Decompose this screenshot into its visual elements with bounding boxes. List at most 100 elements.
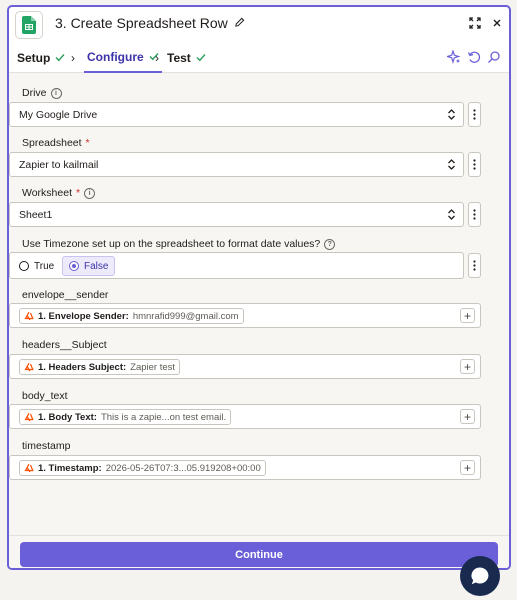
radio-circle-selected [69,261,79,271]
field-headers-subject: headers__Subject [22,338,107,352]
tab-configure-label: Configure [87,49,144,64]
field-timezone: Use Timezone set up on the spreadsheet t… [22,237,336,251]
mapped-field-pill[interactable]: 1. Envelope Sender: hmnrafid999@gmail.co… [19,308,244,324]
continue-button[interactable]: Continue [20,542,498,567]
worksheet-label: Worksheet * i [22,186,96,200]
check-icon [55,54,65,62]
field-body-text: body_text [22,389,68,403]
step-title[interactable]: 3. Create Spreadsheet Row [55,15,245,31]
kebab-icon [473,109,476,120]
drive-select[interactable]: My Google Drive [9,102,464,127]
drive-label: Drive i [22,86,62,100]
spreadsheet-label: Spreadsheet * [22,136,90,150]
pill-value: hmnrafid999@gmail.com [132,310,239,322]
undo-icon[interactable] [467,50,481,64]
chevron-right-icon: › [71,51,75,65]
search-icon[interactable] [487,50,501,64]
tab-setup-label: Setup [17,50,51,65]
check-icon [196,54,206,62]
worksheet-more-options[interactable] [468,202,481,227]
spreadsheet-label-text: Spreadsheet [22,137,82,149]
pill-label: 1. Timestamp: [38,462,102,474]
step-header: 3. Create Spreadsheet Row [9,7,509,42]
field-spreadsheet: Spreadsheet * [22,136,90,150]
zapier-step-icon [24,463,34,473]
required-marker: * [85,137,90,149]
headers-subject-input[interactable]: 1. Headers Subject: Zapier test + [9,354,481,379]
chevron-updown-icon [448,209,455,220]
info-icon[interactable]: i [84,187,96,199]
field-envelope-sender: envelope__sender [22,288,108,302]
zapier-step-icon [24,362,34,372]
google-sheets-icon [15,11,43,39]
close-icon[interactable] [489,15,505,31]
drive-select-value: My Google Drive [19,108,98,121]
radio-circle [19,261,29,271]
pill-value: This is a zapie...on test email. [100,411,227,423]
timezone-radio-group: True False [9,252,464,279]
plus-icon[interactable]: + [460,460,475,475]
tab-configure[interactable]: Configure [84,42,162,73]
step-editor-panel: 3. Create Spreadsheet Row Setup › Config… [7,5,511,570]
tab-test[interactable]: Test [167,42,206,73]
radio-true-label: True [34,260,55,272]
headers-subject-label: headers__Subject [22,339,107,351]
drive-label-text: Drive [22,87,47,99]
worksheet-select-value: Sheet1 [19,208,53,221]
expand-icon[interactable] [467,15,483,31]
zapier-step-icon [24,412,34,422]
chevron-updown-icon [448,159,455,170]
sparkle-icon[interactable] [445,48,461,65]
kebab-icon [473,260,476,271]
step-tabs: Setup › Configure › Test [9,42,509,73]
info-icon[interactable]: i [50,87,62,99]
tab-setup[interactable]: Setup [17,42,65,73]
configure-form: Drive i My Google Drive Spreadsheet * Za… [9,73,509,568]
pill-value: 2026-05-26T07:3...05.919208+00:00 [105,462,261,474]
step-title-text: 3. Create Spreadsheet Row [55,15,228,31]
timestamp-input[interactable]: 1. Timestamp: 2026-05-26T07:3...05.91920… [9,455,481,480]
spreadsheet-select[interactable]: Zapier to kailmail [9,152,464,177]
timezone-more-options[interactable] [468,253,481,278]
radio-false-label: False [84,260,109,272]
field-timestamp: timestamp [22,439,70,453]
info-icon[interactable]: ? [324,238,336,250]
pill-value: Zapier test [130,361,176,373]
plus-icon[interactable]: + [460,359,475,374]
chevron-right-icon: › [155,51,159,65]
pill-label: 1. Body Text: [38,411,97,423]
timezone-label-text: Use Timezone set up on the spreadsheet t… [22,238,321,250]
worksheet-label-text: Worksheet [22,187,72,199]
envelope-sender-input[interactable]: 1. Envelope Sender: hmnrafid999@gmail.co… [9,303,481,328]
chat-bubble-icon [471,567,489,585]
timestamp-label: timestamp [22,440,71,452]
field-worksheet: Worksheet * i [22,186,96,200]
required-marker: * [76,187,81,199]
mapped-field-pill[interactable]: 1. Timestamp: 2026-05-26T07:3...05.91920… [19,460,266,476]
chevron-updown-icon [448,109,455,120]
spreadsheet-more-options[interactable] [468,152,481,177]
pill-label: 1. Envelope Sender: [38,310,129,322]
pencil-icon[interactable] [234,15,245,31]
tab-test-label: Test [167,50,191,65]
worksheet-select[interactable]: Sheet1 [9,202,464,227]
plus-icon[interactable]: + [460,308,475,323]
envelope-sender-label: envelope__sender [22,289,109,301]
kebab-icon [473,159,476,170]
kebab-icon [473,209,476,220]
plus-icon[interactable]: + [460,409,475,424]
zapier-step-icon [24,311,34,321]
body-text-input[interactable]: 1. Body Text: This is a zapie...on test … [9,404,481,429]
timezone-label: Use Timezone set up on the spreadsheet t… [22,237,336,251]
mapped-field-pill[interactable]: 1. Body Text: This is a zapie...on test … [19,409,232,425]
chat-support-button[interactable] [460,556,500,596]
spreadsheet-select-value: Zapier to kailmail [19,158,99,171]
step-footer: Continue [9,535,509,568]
field-drive: Drive i [22,86,62,100]
radio-true[interactable]: True [13,256,60,276]
mapped-field-pill[interactable]: 1. Headers Subject: Zapier test [19,359,181,375]
drive-more-options[interactable] [468,102,481,127]
radio-false[interactable]: False [62,256,116,276]
pill-label: 1. Headers Subject: [38,361,127,373]
body-text-label: body_text [22,390,68,402]
